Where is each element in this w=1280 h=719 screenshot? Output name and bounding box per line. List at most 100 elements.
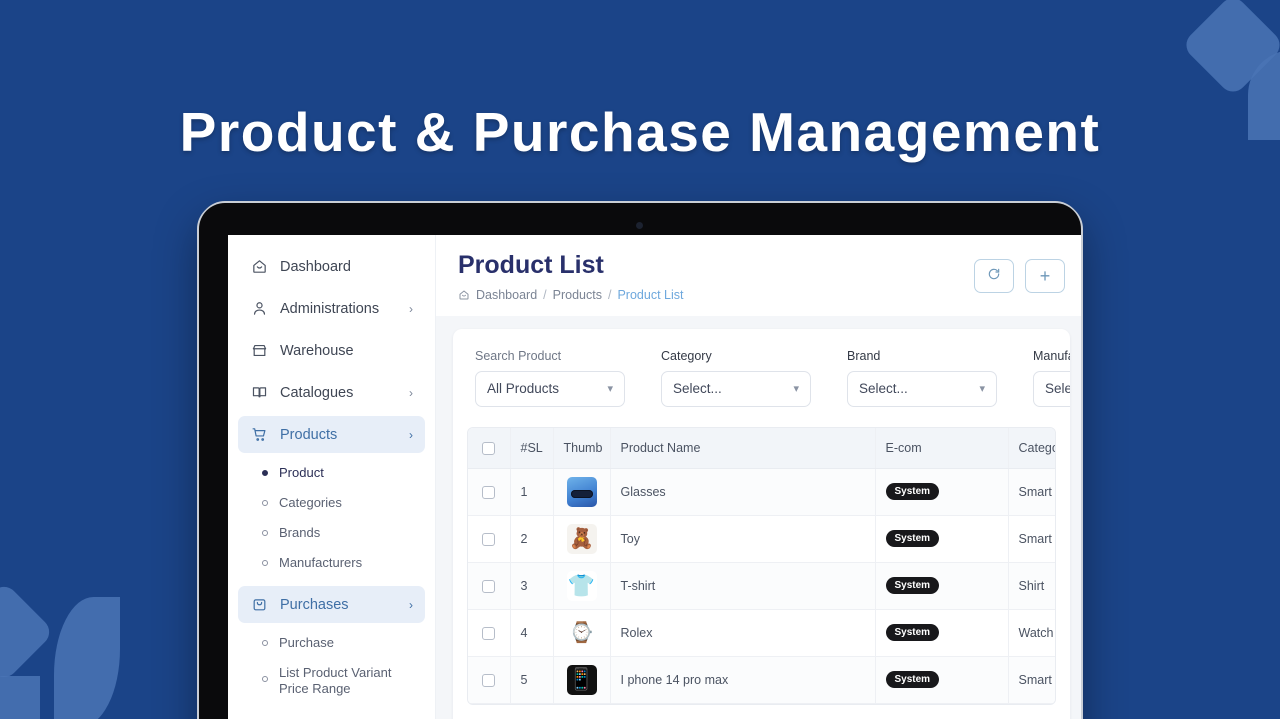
sidebar-item-label: Purchases	[280, 597, 397, 613]
refresh-button[interactable]	[974, 259, 1014, 293]
sidebar-item-catalogues[interactable]: Catalogues ›	[238, 374, 425, 411]
brand-value: Select...	[859, 381, 908, 396]
sidebar-subitem-manufacturers[interactable]: Manufacturers	[238, 548, 425, 578]
cell-sl: 1	[510, 468, 553, 515]
search-product-select[interactable]: All Products ▾	[475, 371, 625, 407]
column-product-name[interactable]: Product Name	[610, 428, 875, 469]
column-sl[interactable]: #SL	[510, 428, 553, 469]
product-table-wrapper: #SL Thumb Product Name E-com Category	[467, 427, 1056, 705]
user-icon	[250, 300, 268, 318]
sidebar-item-label: Administrations	[280, 301, 397, 317]
table-row[interactable]: 4 Rolex System Watch	[468, 609, 1056, 656]
cell-thumb	[553, 609, 610, 656]
cell-ecom: System	[875, 656, 1008, 703]
sidebar-subitem-list-product-variant-price-range[interactable]: List Product Variant Price Range	[238, 658, 425, 700]
add-button[interactable]: +	[1025, 259, 1065, 293]
poster-title: Product & Purchase Management	[0, 100, 1280, 164]
row-checkbox[interactable]	[482, 580, 495, 593]
sidebar: Dashboard Administrations ›	[228, 235, 436, 719]
status-badge: System	[886, 530, 940, 547]
cell-ecom: System	[875, 515, 1008, 562]
cell-product-name: Toy	[610, 515, 875, 562]
table-head: #SL Thumb Product Name E-com Category	[468, 428, 1056, 469]
sidebar-item-warehouse[interactable]: Warehouse	[238, 332, 425, 369]
sidebar-item-products[interactable]: Products ›	[238, 416, 425, 453]
tablet-camera	[636, 222, 643, 229]
cell-product-name: Rolex	[610, 609, 875, 656]
bullet-icon	[262, 470, 268, 476]
decor-shape-bottom-left-leaf	[54, 597, 120, 719]
manufacturer-value: Select...	[1045, 381, 1070, 396]
table-row[interactable]: 5 I phone 14 pro max System Smart	[468, 656, 1056, 703]
plus-icon: +	[1040, 266, 1051, 287]
filter-manufacturer: Manufacturer Select... ▾	[1033, 349, 1070, 407]
status-badge: System	[886, 671, 940, 688]
chevron-down-icon: ▾	[607, 382, 613, 395]
bullet-icon	[262, 500, 268, 506]
bag-icon	[250, 596, 268, 614]
row-checkbox[interactable]	[482, 486, 495, 499]
table-row[interactable]: 1 Glasses System Smart	[468, 468, 1056, 515]
cell-product-name: Glasses	[610, 468, 875, 515]
cell-thumb	[553, 656, 610, 703]
breadcrumb-separator: /	[608, 288, 611, 302]
cell-sl: 5	[510, 656, 553, 703]
filter-search-product: Search Product All Products ▾	[475, 349, 625, 407]
decor-shape-bottom-left-diamond	[0, 581, 55, 683]
filter-label: Category	[661, 349, 811, 363]
decor-shape-bottom-left-wedge	[0, 676, 40, 719]
sidebar-subitem-label: Categories	[279, 495, 342, 511]
cell-thumb	[553, 515, 610, 562]
row-checkbox[interactable]	[482, 533, 495, 546]
table-row[interactable]: 2 Toy System Smart	[468, 515, 1056, 562]
filter-category: Category Select... ▾	[661, 349, 811, 407]
category-select[interactable]: Select... ▾	[661, 371, 811, 407]
sidebar-item-label: Products	[280, 427, 397, 443]
main-content: Product List Dashboard / Products	[436, 235, 1081, 719]
cell-category: Shirt	[1008, 562, 1056, 609]
sidebar-subitem-brands[interactable]: Brands	[238, 518, 425, 548]
table-row[interactable]: 3 T-shirt System Shirt	[468, 562, 1056, 609]
sidebar-item-dashboard[interactable]: Dashboard	[238, 248, 425, 285]
bullet-icon	[262, 640, 268, 646]
store-icon	[250, 342, 268, 360]
sidebar-item-administrations[interactable]: Administrations ›	[238, 290, 425, 327]
chevron-down-icon: ▾	[793, 382, 799, 395]
cell-ecom: System	[875, 562, 1008, 609]
sidebar-subitem-label: Product	[279, 465, 324, 481]
column-ecom[interactable]: E-com	[875, 428, 1008, 469]
cell-category: Smart	[1008, 468, 1056, 515]
sidebar-item-label: Catalogues	[280, 385, 397, 401]
breadcrumb-item-dashboard[interactable]: Dashboard	[476, 288, 537, 302]
column-select-all	[468, 428, 510, 469]
brand-select[interactable]: Select... ▾	[847, 371, 997, 407]
product-thumbnail-toy	[567, 524, 597, 554]
sidebar-subitem-purchase[interactable]: Purchase	[238, 628, 425, 658]
refresh-icon	[987, 267, 1001, 285]
column-category[interactable]: Category	[1008, 428, 1056, 469]
breadcrumb-item-product-list[interactable]: Product List	[617, 288, 683, 302]
cell-sl: 2	[510, 515, 553, 562]
cell-ecom: System	[875, 468, 1008, 515]
row-checkbox[interactable]	[482, 674, 495, 687]
row-checkbox-cell	[468, 609, 510, 656]
row-checkbox-cell	[468, 656, 510, 703]
row-checkbox[interactable]	[482, 627, 495, 640]
home-icon	[458, 289, 470, 301]
chevron-right-icon: ›	[409, 302, 413, 316]
page-header-left: Product List Dashboard / Products	[458, 251, 683, 302]
sidebar-subitem-categories[interactable]: Categories	[238, 488, 425, 518]
column-thumb[interactable]: Thumb	[553, 428, 610, 469]
manufacturer-select[interactable]: Select... ▾	[1033, 371, 1070, 407]
category-value: Select...	[673, 381, 722, 396]
status-badge: System	[886, 483, 940, 500]
sidebar-item-label: Dashboard	[280, 259, 413, 275]
sidebar-item-purchases[interactable]: Purchases ›	[238, 586, 425, 623]
sidebar-item-label: Warehouse	[280, 343, 413, 359]
select-all-checkbox[interactable]	[482, 442, 495, 455]
cell-product-name: T-shirt	[610, 562, 875, 609]
product-thumbnail-iphone	[567, 665, 597, 695]
sidebar-subitem-product[interactable]: Product	[238, 458, 425, 488]
breadcrumb-item-products[interactable]: Products	[553, 288, 602, 302]
tablet-screen: Dashboard Administrations ›	[228, 235, 1081, 719]
